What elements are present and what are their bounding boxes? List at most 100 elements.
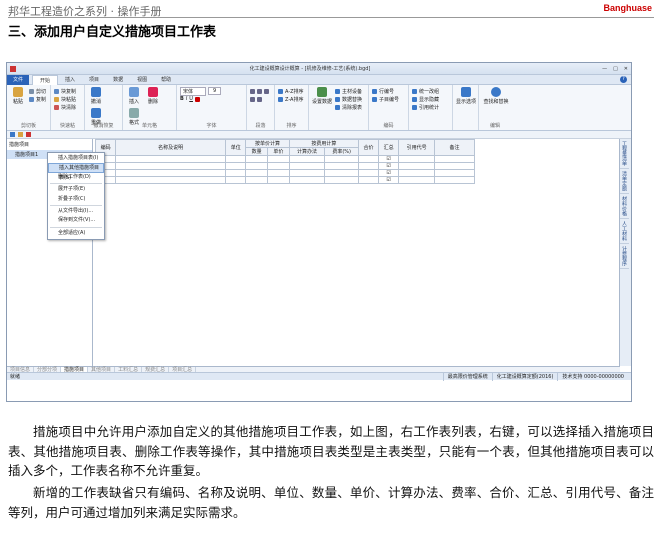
table-cell[interactable] [288, 155, 326, 163]
col-rate[interactable]: 费率(%) [324, 147, 359, 156]
table-cell[interactable] [225, 176, 247, 184]
tab-project[interactable]: 项目 [82, 75, 106, 85]
tab-view[interactable]: 视图 [130, 75, 154, 85]
indent-icon[interactable] [257, 96, 262, 102]
sort-asc-button[interactable]: A-Z排序 [278, 87, 305, 95]
table-cell[interactable] [357, 155, 380, 163]
table-cell[interactable] [245, 169, 268, 177]
set-data-button[interactable]: 设置数据 [312, 87, 332, 111]
col-name[interactable]: 名称及说明 [115, 139, 227, 156]
sort-desc-button[interactable]: Z-A排序 [278, 95, 305, 103]
table-cell[interactable] [324, 169, 359, 177]
menu-export[interactable]: 从文件导出(I)... [48, 207, 104, 216]
block-paste-button[interactable]: 块粘贴 [54, 95, 81, 103]
col-qty[interactable]: 数量 [245, 147, 268, 156]
table-cell[interactable] [267, 155, 290, 163]
bold-icon[interactable]: B [180, 96, 184, 102]
material-button[interactable]: 主材设备 [335, 87, 362, 95]
tree-root[interactable]: 措施项目 [7, 139, 92, 150]
table-cell[interactable] [357, 176, 380, 184]
delete-button[interactable]: 删除 [145, 87, 161, 105]
tab-insert[interactable]: 插入 [58, 75, 82, 85]
table-cell[interactable] [115, 155, 227, 163]
col-remark[interactable]: 备注 [434, 139, 475, 156]
table-cell[interactable] [288, 169, 326, 177]
table-cell[interactable] [267, 176, 290, 184]
table-row[interactable]: ☑ [94, 162, 475, 170]
col-price[interactable]: 单价 [267, 147, 290, 156]
side-tab-5[interactable]: 计费程序 [620, 244, 629, 269]
help-icon[interactable]: ? [620, 76, 627, 83]
menu-delete-sheet[interactable]: 删除工作表(D) [48, 173, 104, 182]
underline-icon[interactable]: U [189, 96, 193, 102]
col-unit[interactable]: 单位 [225, 139, 247, 156]
table-cell[interactable] [267, 169, 290, 177]
block-copy-button[interactable]: 块复制 [54, 87, 81, 95]
display-options-button[interactable]: 显示选项 [456, 87, 476, 105]
table-cell[interactable] [245, 162, 268, 170]
data-replace-button[interactable]: 数据替换 [335, 95, 362, 103]
table-row[interactable]: ☑ [94, 176, 475, 184]
paste-button[interactable]: 粘贴 [10, 87, 26, 105]
table-cell[interactable]: ☑ [378, 169, 400, 177]
menu-insert-other-measure-sheet[interactable]: 插入其他措施项目表(S) [48, 163, 104, 181]
side-tab-3[interactable]: 材料价格 [620, 194, 629, 219]
table-cell[interactable]: ☑ [378, 176, 400, 184]
show-hide-button[interactable]: 显示隐藏 [412, 95, 449, 103]
menu-expand[interactable]: 展开子项(E) [48, 185, 104, 194]
table-cell[interactable] [434, 169, 475, 177]
clear-report-button[interactable]: 清除报表 [335, 103, 362, 111]
copy-button[interactable]: 复制 [29, 95, 46, 103]
menu-fit-all[interactable]: 全部适应(A) [48, 229, 104, 238]
table-cell[interactable]: ☑ [378, 155, 400, 163]
side-tab-2[interactable]: 清单定额 [620, 169, 629, 194]
save-icon[interactable] [26, 132, 31, 137]
tab-help[interactable]: 帮助 [154, 75, 178, 85]
regroup-button[interactable]: 统一改组 [412, 87, 449, 95]
col-summary[interactable]: 汇总 [378, 139, 400, 156]
cut-button[interactable]: 剪切 [29, 87, 46, 95]
table-cell[interactable] [398, 155, 435, 163]
table-cell[interactable] [324, 155, 359, 163]
table-cell[interactable] [398, 169, 435, 177]
undo-button[interactable]: 撤消 [88, 87, 104, 105]
table-cell[interactable] [434, 162, 475, 170]
maximize-button[interactable]: □ [613, 66, 618, 72]
new-icon[interactable] [10, 132, 15, 137]
table-cell[interactable] [324, 176, 359, 184]
col-method[interactable]: 计算办法 [288, 147, 326, 156]
ref-stat-button[interactable]: 引用统计 [412, 103, 449, 111]
minimize-button[interactable]: — [602, 66, 607, 72]
find-replace-button[interactable]: 查找和替换 [482, 87, 510, 105]
tab-start[interactable]: 开始 [32, 74, 59, 85]
open-icon[interactable] [18, 132, 23, 137]
insert-button[interactable]: 插入 [126, 87, 142, 105]
table-cell[interactable] [225, 155, 247, 163]
table-cell[interactable] [115, 162, 227, 170]
table-cell[interactable] [357, 162, 380, 170]
table-cell[interactable] [267, 162, 290, 170]
table-cell[interactable]: ☑ [378, 162, 400, 170]
table-cell[interactable] [245, 155, 268, 163]
table-cell[interactable] [357, 169, 380, 177]
table-cell[interactable] [324, 162, 359, 170]
table-cell[interactable] [225, 169, 247, 177]
menu-collapse[interactable]: 折叠子项(C) [48, 195, 104, 204]
align-left-icon[interactable] [250, 88, 255, 94]
font-size-select[interactable]: 9 [208, 87, 222, 95]
align-right-icon[interactable] [264, 88, 269, 94]
font-select[interactable]: 宋体 [180, 86, 207, 96]
col-total[interactable]: 合价 [357, 139, 380, 156]
table-cell[interactable] [288, 162, 326, 170]
block-clear-button[interactable]: 块清除 [54, 103, 81, 111]
table-cell[interactable] [288, 176, 326, 184]
row-number-button[interactable]: 行编号 [372, 87, 405, 95]
side-tab-1[interactable]: 工程量清单 [620, 139, 629, 169]
font-color-icon[interactable] [194, 96, 200, 102]
table-cell[interactable] [434, 155, 475, 163]
table-cell[interactable] [115, 176, 227, 184]
table-cell[interactable] [225, 162, 247, 170]
tab-data[interactable]: 数据 [106, 75, 130, 85]
table-cell[interactable] [398, 176, 435, 184]
menu-insert-measure-sheet[interactable]: 插入措施项目表(I) [48, 154, 104, 163]
